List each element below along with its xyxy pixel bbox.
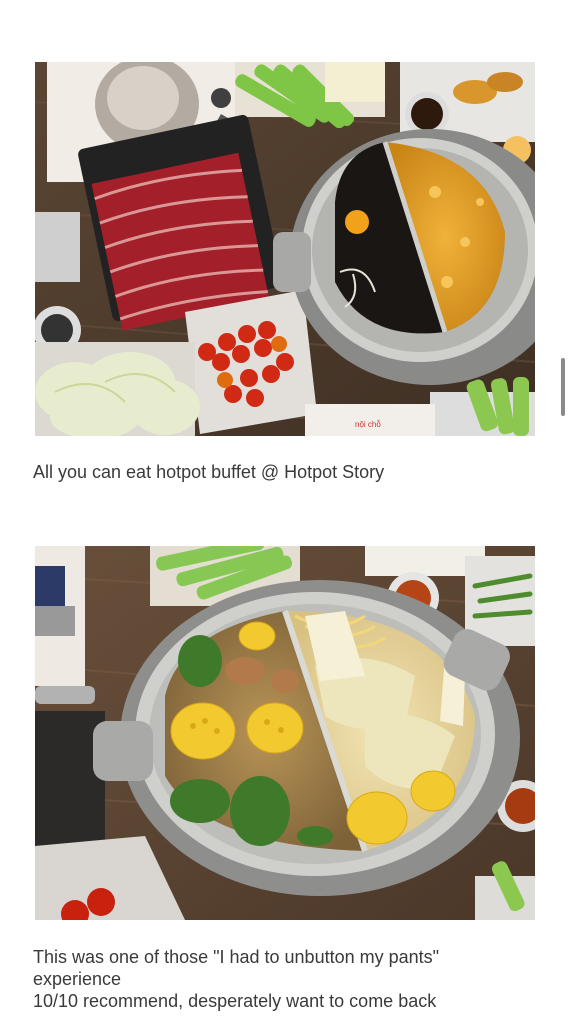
post-caption-2: This was one of those "I had to unbutton… bbox=[33, 946, 533, 1012]
svg-text:nội chỗ: nội chỗ bbox=[355, 420, 381, 429]
caption-2-line-1: This was one of those "I had to unbutton… bbox=[33, 947, 440, 967]
caption-2-line-2: experience bbox=[33, 969, 122, 989]
hotpot-table-illustration: nội chỗ bbox=[35, 62, 535, 436]
caption-1-text: All you can eat hotpot buffet @ Hotpot S… bbox=[33, 462, 385, 482]
scrollbar-thumb[interactable] bbox=[561, 358, 565, 416]
post-image-hotpot-table[interactable]: nội chỗ bbox=[35, 62, 535, 436]
caption-2-line-3: 10/10 recommend, desperately want to com… bbox=[33, 991, 437, 1011]
post-caption-1: All you can eat hotpot buffet @ Hotpot S… bbox=[33, 461, 533, 483]
post-image-hotpot-closeup[interactable] bbox=[35, 546, 535, 920]
reddit-post-gallery: nội chỗ All you can eat hotpot buffet @ … bbox=[0, 0, 576, 1024]
hotpot-closeup-illustration bbox=[35, 546, 535, 920]
